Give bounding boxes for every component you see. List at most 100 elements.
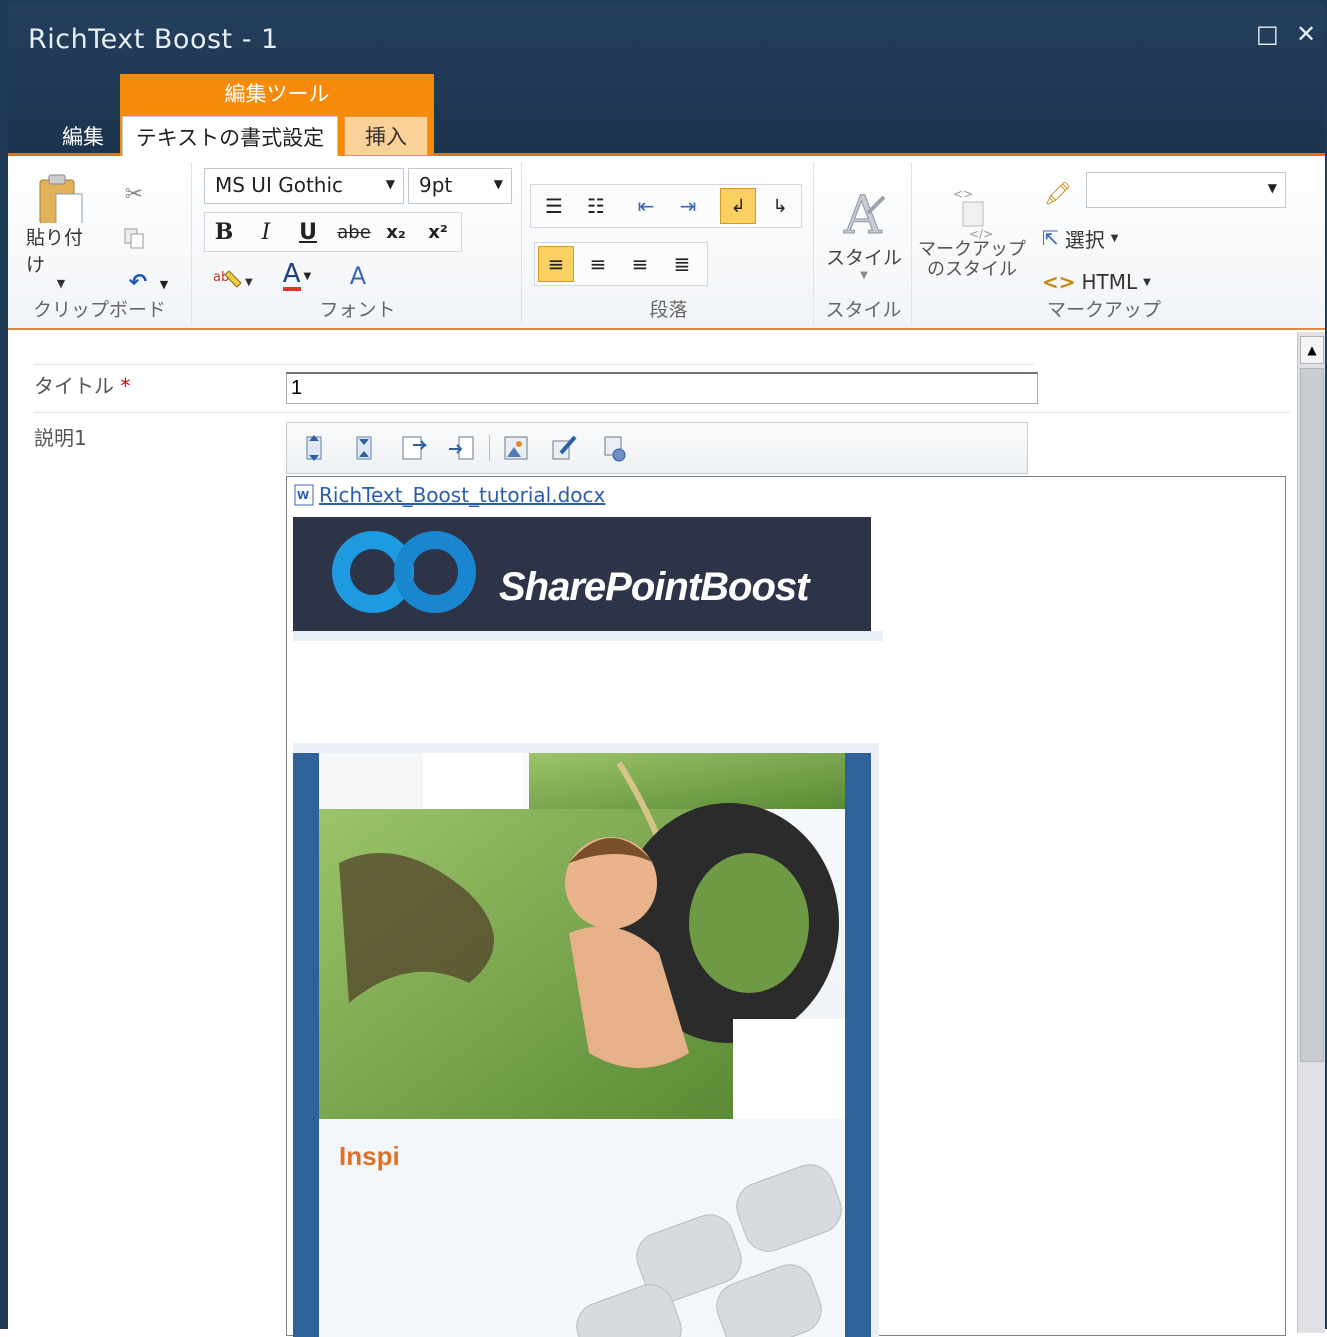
paragraph-group-label: 段落: [649, 299, 688, 321]
highlighter-icon: ab ▼: [213, 270, 253, 288]
boy-on-tire-swing-photo: Inspi: [319, 753, 845, 1337]
font-family-select[interactable]: MS UI Gothic ▼: [204, 168, 404, 204]
underline-button[interactable]: U: [290, 214, 326, 250]
select-label: 選択: [1064, 227, 1105, 252]
bold-button[interactable]: B: [206, 214, 242, 250]
svg-text:W: W: [297, 489, 309, 502]
tab-edit[interactable]: 編集: [38, 116, 128, 156]
paragraph-group: ☰ ☷ ⇤ ⇥ ↲ ↳ ≡ ≡ ≡ ≣ 段落: [524, 162, 814, 324]
clear-format-icon[interactable]: A: [340, 258, 376, 294]
justify-icon[interactable]: ≣: [664, 246, 700, 282]
row-divider: [34, 412, 1290, 413]
title-label-text: タイトル: [34, 374, 114, 398]
font-group-label: フォント: [319, 299, 396, 321]
sharepointboost-logo-icon: [332, 531, 476, 613]
maximize-icon[interactable]: □: [1256, 20, 1279, 48]
rich-text-editor[interactable]: W RichText_Boost_tutorial.docx SharePoin…: [286, 476, 1286, 1337]
row-divider: [34, 364, 1034, 365]
tab-text-format[interactable]: テキストの書式設定: [122, 116, 338, 156]
editor-toolbar: [286, 422, 1028, 474]
numbered-list-icon[interactable]: ☷: [578, 188, 614, 224]
tab-insert[interactable]: 挿入: [344, 116, 428, 156]
subscript-button[interactable]: x₂: [378, 214, 414, 250]
font-family-value: MS UI Gothic: [215, 173, 344, 197]
scrollbar-thumb[interactable]: [1300, 368, 1324, 1062]
superscript-button[interactable]: x²: [420, 214, 456, 250]
bullet-list-icon[interactable]: ☰: [536, 188, 572, 224]
italic-button[interactable]: I: [248, 214, 284, 250]
markup-styles-button[interactable]: <> </> マークアップ のスタイル: [918, 172, 1026, 292]
ltr-direction-icon[interactable]: ↲: [720, 188, 756, 224]
increase-indent-icon[interactable]: ⇥: [670, 188, 706, 224]
required-mark: *: [120, 374, 131, 398]
markup-styles-icon: <></>: [953, 187, 993, 240]
markup-group-label: マークアップ: [1046, 299, 1161, 321]
select-button[interactable]: ⇱ 選択 ▼: [1042, 220, 1118, 256]
align-left-icon[interactable]: ≡: [538, 246, 574, 282]
editing-tools-label: 編集ツール: [224, 82, 330, 106]
cover-caption: Inspi: [339, 1141, 400, 1171]
clipboard-group: 貼り付け ▼ ✂ ↶ ▼ クリップボード: [8, 162, 192, 324]
font-size-select[interactable]: 9pt ▼: [408, 168, 512, 204]
chevron-down-icon: ▼: [860, 270, 868, 281]
form-content: タイトル * 説明1 W RichText_Boost_tutorial.doc…: [8, 332, 1325, 1337]
sharepointboost-banner: SharePointBoost: [293, 517, 871, 631]
import-document-icon[interactable]: [399, 433, 429, 463]
paste-dropdown-icon: ▼: [56, 277, 66, 290]
html-label: HTML: [1081, 270, 1138, 294]
insert-link-icon[interactable]: [447, 433, 477, 463]
document-cover-image: Inspi: [293, 743, 879, 1337]
title-input[interactable]: [286, 372, 1038, 404]
dialog-window: RichText Boost - 1 □ ✕ 編集ツール 編集 テキストの書式設…: [0, 0, 1327, 1337]
cut-icon[interactable]: ✂: [116, 176, 152, 212]
copy-icon[interactable]: [116, 220, 152, 256]
language-icon[interactable]: 🖍: [1040, 176, 1076, 212]
insert-row-above-icon[interactable]: [299, 433, 329, 463]
highlight-color-button[interactable]: ab ▼: [208, 260, 258, 296]
svg-text:A: A: [843, 186, 883, 243]
title-field-label: タイトル *: [34, 370, 130, 399]
styles-icon: A: [843, 186, 886, 243]
move-icon[interactable]: [349, 433, 379, 463]
strikethrough-button[interactable]: abe: [332, 214, 376, 250]
chevron-down-icon: ▼: [1267, 181, 1277, 195]
style-group-label: スタイル: [825, 299, 902, 321]
insert-image-icon[interactable]: [501, 433, 531, 463]
style-group: A スタイル ▼ スタイル: [816, 162, 912, 324]
svg-text:<>: <>: [953, 187, 973, 201]
align-center-icon[interactable]: ≡: [580, 246, 616, 282]
paste-label: 貼り付け: [26, 227, 84, 276]
decrease-indent-icon[interactable]: ⇤: [628, 188, 664, 224]
html-icon: <>: [1042, 270, 1076, 294]
font-size-value: 9pt: [419, 173, 453, 197]
scroll-up-icon[interactable]: ▲: [1300, 336, 1324, 364]
font-color-button[interactable]: A ▼: [272, 258, 322, 294]
svg-text:ab: ab: [213, 270, 229, 285]
rtl-direction-icon[interactable]: ↳: [762, 188, 798, 224]
attachment-icon[interactable]: [599, 433, 629, 463]
pointer-icon: ⇱: [1042, 226, 1059, 250]
styles-label: スタイル: [825, 247, 902, 269]
markup-group: <> </> マークアップ のスタイル 🖍 ▼ ⇱ 選択 ▼ <> HTML ▼ マークア…: [914, 162, 1294, 324]
align-right-icon[interactable]: ≡: [622, 246, 658, 282]
banner-text: SharePointBoost: [499, 565, 809, 609]
vertical-scrollbar[interactable]: ▲: [1297, 332, 1325, 1333]
chevron-down-icon: ▼: [385, 177, 395, 191]
language-select[interactable]: ▼: [1086, 172, 1286, 208]
svg-text:▼: ▼: [245, 277, 253, 288]
description-label: 説明1: [34, 426, 87, 450]
attachment-link[interactable]: W RichText_Boost_tutorial.docx: [293, 483, 605, 507]
chevron-down-icon: ▼: [303, 270, 312, 282]
styles-button[interactable]: A スタイル ▼: [822, 172, 906, 292]
title-bar: RichText Boost - 1 □ ✕ 編集ツール 編集 テキストの書式設…: [8, 4, 1325, 158]
cover-left-bar: [293, 753, 319, 1337]
chevron-down-icon: ▼: [493, 177, 503, 191]
close-icon[interactable]: ✕: [1296, 20, 1316, 48]
clipboard-group-label: クリップボード: [32, 299, 166, 321]
markup-styles-label-2: のスタイル: [927, 259, 1017, 280]
window-title: RichText Boost - 1: [28, 24, 279, 55]
chevron-down-icon: ▼: [1143, 276, 1151, 288]
edit-image-icon[interactable]: [549, 433, 579, 463]
paste-button[interactable]: 貼り付け ▼: [26, 172, 96, 290]
paste-icon: [39, 174, 83, 223]
